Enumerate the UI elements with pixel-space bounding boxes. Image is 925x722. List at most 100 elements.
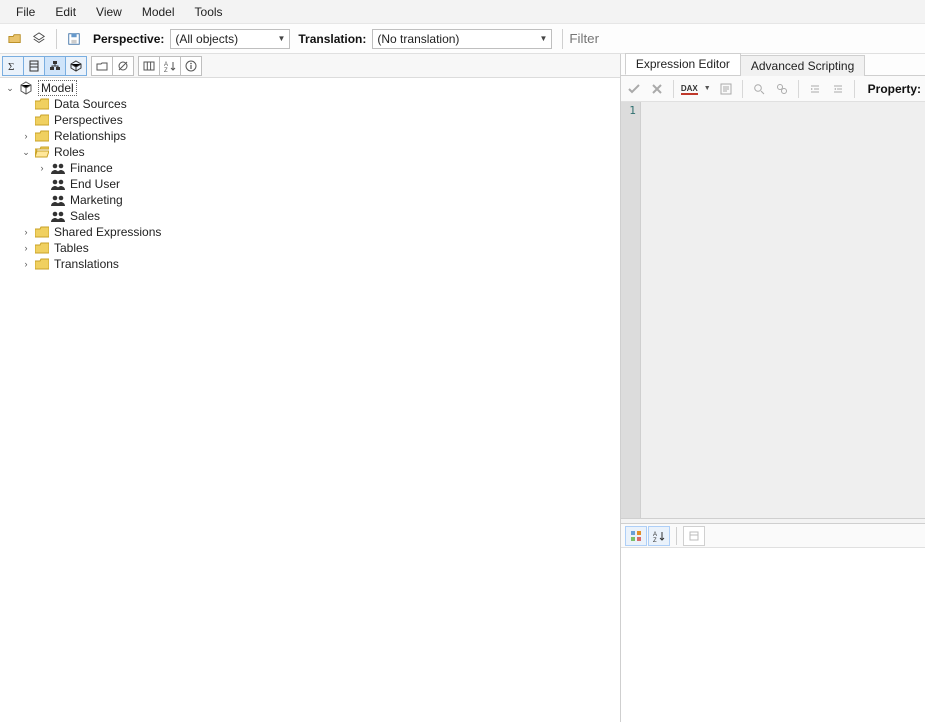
perspective-label: Perspective: [93, 32, 164, 46]
left-pane: Σ AZ [0, 54, 621, 722]
tree-item-label: End User [70, 177, 120, 191]
editor-code-area[interactable] [641, 102, 925, 518]
tree-item-shared-expressions[interactable]: › Shared Expressions [16, 224, 620, 240]
script-icon[interactable] [717, 80, 735, 98]
menu-edit[interactable]: Edit [45, 2, 86, 22]
cube-icon [18, 81, 34, 95]
svg-text:Σ: Σ [8, 60, 14, 72]
tree-item-tables[interactable]: › Tables [16, 240, 620, 256]
editor-toolbar: DAX ▼ Property: [621, 76, 925, 102]
collapse-icon[interactable]: ⌄ [4, 83, 16, 94]
tree-item-role-marketing[interactable]: › Marketing [32, 192, 620, 208]
measures-view-icon[interactable]: Σ [2, 56, 24, 76]
display-folders-icon[interactable] [91, 56, 113, 76]
tree-item-label: Relationships [54, 129, 126, 143]
folder-open-icon [34, 145, 50, 159]
property-grid[interactable] [621, 548, 925, 722]
tree-item-role-enduser[interactable]: › End User [32, 176, 620, 192]
hidden-objects-icon[interactable] [112, 56, 134, 76]
role-icon [50, 193, 66, 207]
tree-item-label: Finance [70, 161, 113, 175]
svg-text:Z: Z [164, 68, 168, 72]
tree-item-label: Translations [54, 257, 119, 271]
model-tree[interactable]: ⌄ Model ▸ Data Sources ▸ Perspectives › … [0, 78, 620, 722]
expand-icon[interactable]: › [20, 227, 32, 237]
role-icon [50, 209, 66, 223]
tree-root-label: Model [38, 80, 77, 96]
menu-tools[interactable]: Tools [185, 2, 233, 22]
role-icon [50, 161, 66, 175]
gutter-line-number: 1 [625, 104, 636, 117]
tree-root[interactable]: ⌄ Model [0, 80, 620, 96]
deploy-icon[interactable] [28, 28, 50, 50]
menu-model[interactable]: Model [132, 2, 185, 22]
partitions-view-icon[interactable] [65, 56, 87, 76]
menu-bar: File Edit View Model Tools [0, 0, 925, 24]
tree-item-roles[interactable]: ⌄ Roles [16, 144, 620, 160]
folder-icon [34, 225, 50, 239]
replace-icon[interactable] [773, 80, 791, 98]
outdent-icon[interactable] [829, 80, 847, 98]
chevron-down-icon: ▼ [539, 34, 547, 43]
separator [673, 80, 674, 98]
role-icon [50, 177, 66, 191]
tree-item-label: Perspectives [54, 113, 123, 127]
collapse-icon[interactable]: ⌄ [20, 147, 32, 158]
expression-editor[interactable]: 1 [621, 102, 925, 518]
expand-icon[interactable]: › [20, 243, 32, 253]
folder-icon [34, 113, 50, 127]
accept-icon[interactable] [625, 80, 643, 98]
view-toolbar: Σ AZ [0, 54, 620, 78]
open-folder-icon[interactable] [4, 28, 26, 50]
cancel-icon[interactable] [648, 80, 666, 98]
right-pane: Expression Editor Advanced Scripting DAX… [621, 54, 925, 722]
separator [56, 29, 57, 49]
filter-input[interactable] [562, 29, 921, 49]
tree-item-role-sales[interactable]: › Sales [32, 208, 620, 224]
tab-expression-editor[interactable]: Expression Editor [625, 53, 741, 75]
tree-item-data-sources[interactable]: ▸ Data Sources [16, 96, 620, 112]
filter-info-icon[interactable] [180, 56, 202, 76]
property-pages-icon[interactable] [683, 526, 705, 546]
tree-item-label: Marketing [70, 193, 123, 207]
tree-item-perspectives[interactable]: ▸ Perspectives [16, 112, 620, 128]
find-icon[interactable] [750, 80, 768, 98]
tab-advanced-scripting[interactable]: Advanced Scripting [740, 55, 865, 76]
tree-item-label: Data Sources [54, 97, 127, 111]
perspective-value: (All objects) [175, 32, 238, 46]
right-tabs: Expression Editor Advanced Scripting [621, 54, 925, 76]
chevron-down-icon[interactable]: ▼ [704, 85, 711, 92]
separator [798, 80, 799, 98]
table-icon[interactable] [138, 56, 160, 76]
main-split: Σ AZ [0, 54, 925, 722]
dax-mode-icon[interactable]: DAX [681, 80, 698, 98]
menu-file[interactable]: File [6, 2, 45, 22]
svg-text:Z: Z [653, 538, 657, 542]
separator [676, 527, 677, 545]
expand-icon[interactable]: › [36, 163, 48, 173]
folder-icon [34, 129, 50, 143]
translation-value: (No translation) [377, 32, 459, 46]
indent-icon[interactable] [806, 80, 824, 98]
menu-view[interactable]: View [86, 2, 132, 22]
separator [742, 80, 743, 98]
tree-item-role-finance[interactable]: › Finance [32, 160, 620, 176]
separator [854, 80, 855, 98]
tree-item-translations[interactable]: › Translations [16, 256, 620, 272]
tree-item-label: Sales [70, 209, 100, 223]
folder-icon [34, 97, 50, 111]
categorized-view-icon[interactable] [625, 526, 647, 546]
columns-view-icon[interactable] [23, 56, 45, 76]
translation-combo[interactable]: (No translation) ▼ [372, 29, 552, 49]
perspective-combo[interactable]: (All objects) ▼ [170, 29, 290, 49]
tree-item-relationships[interactable]: › Relationships [16, 128, 620, 144]
sort-icon[interactable]: AZ [159, 56, 181, 76]
dax-label: DAX [681, 84, 698, 93]
alphabetical-sort-icon[interactable]: AZ [648, 526, 670, 546]
save-icon[interactable] [63, 28, 85, 50]
chevron-down-icon: ▼ [277, 34, 285, 43]
folder-icon [34, 241, 50, 255]
hierarchy-view-icon[interactable] [44, 56, 66, 76]
expand-icon[interactable]: › [20, 259, 32, 269]
expand-icon[interactable]: › [20, 131, 32, 141]
